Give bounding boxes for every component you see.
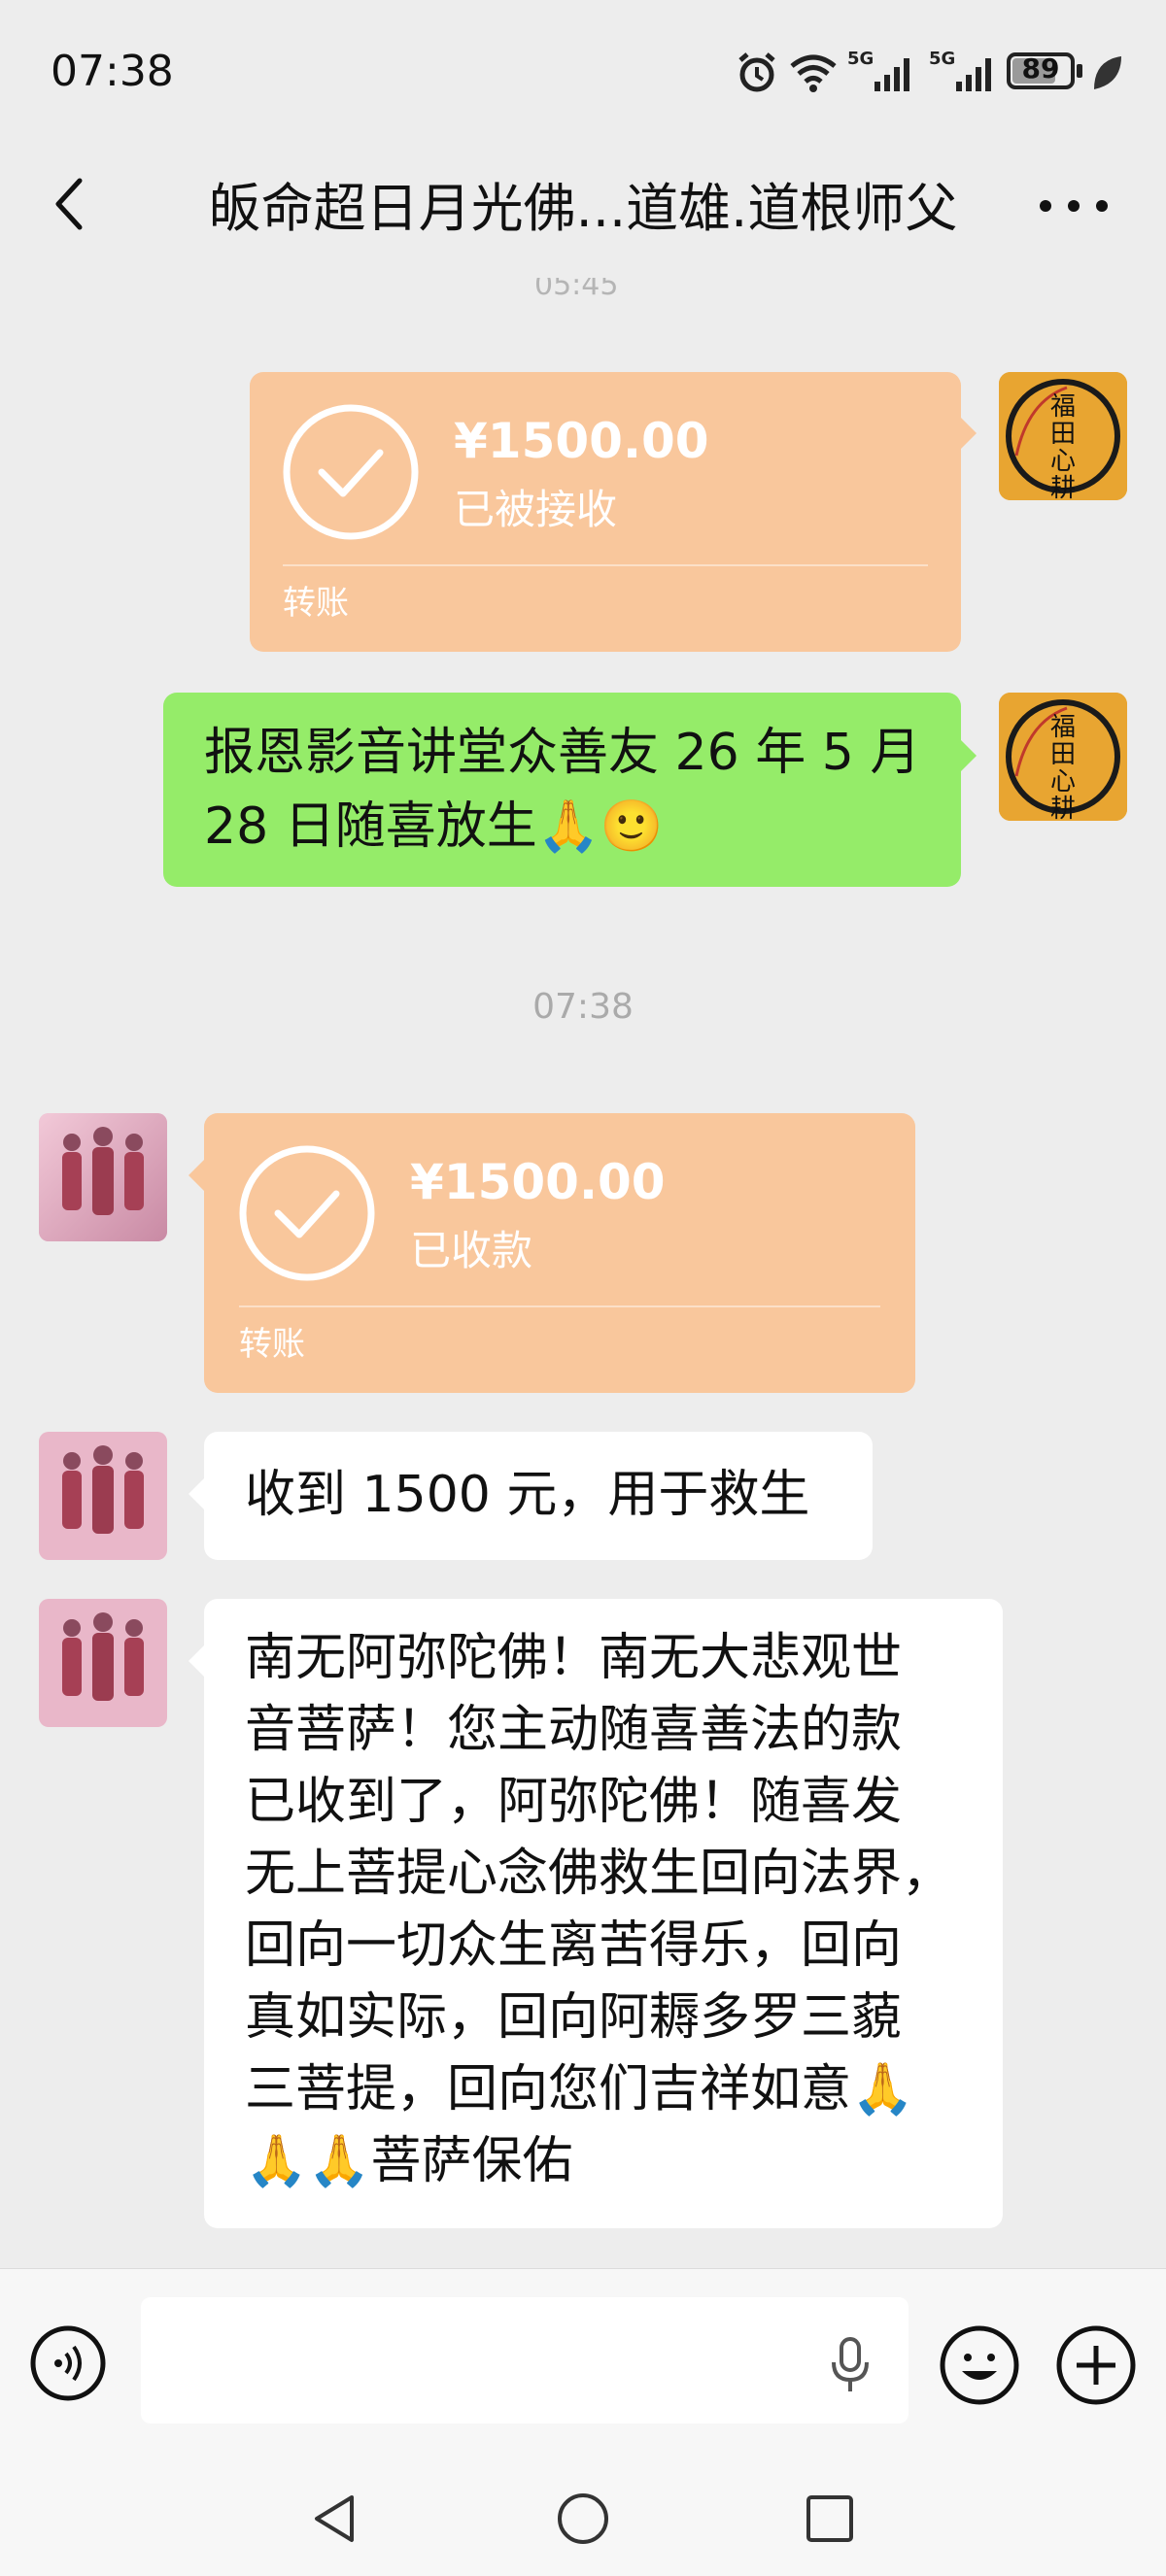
avatar-char: 田 [1049,740,1076,769]
message-line: 回向一切众生离苦得乐，回向 [245,1916,903,1975]
message-line: 报恩影音讲堂众善友 26 年 5 月 [204,724,921,782]
voice-icon[interactable] [29,2324,107,2402]
text-bubble-received[interactable]: 收到 1500 元，用于救生 [204,1432,873,1560]
avatar-characters: 福田心耕 [1038,393,1088,500]
avatar-char: 心 [1049,447,1076,476]
back-button[interactable] [39,155,107,253]
time-divider: 07:38 [532,987,634,1027]
avatar-buddha-image [39,1432,167,1560]
message-line: 真如实际，回向阿耨多罗三藐 [245,1988,903,2047]
message-line: 🙏🙏菩萨保佑 [245,2132,573,2190]
bubble-tail [961,740,977,771]
bubble-tail [961,418,977,449]
transfer-amount: ¥1500.00 [410,1154,666,1210]
wifi-icon [790,54,837,92]
avatar-other[interactable] [39,1432,167,1560]
avatar-char: 耕 [1049,795,1076,821]
battery-level: 89 [1021,52,1060,85]
message-line: 音菩萨！您主动随喜善法的款 [245,1701,903,1759]
status-time: 07:38 [51,47,174,96]
microphone-icon[interactable] [828,2335,873,2395]
check-circle-icon [283,404,419,540]
transfer-card-received[interactable]: ¥1500.00 已收款 转账 [204,1113,915,1393]
avatar-char: 心 [1049,767,1076,797]
bubble-tail [189,1160,204,1191]
avatar-other[interactable] [39,1599,167,1727]
transfer-amount: ¥1500.00 [454,413,709,469]
signal-icon-2 [956,58,991,91]
transfer-divider [283,564,928,566]
leaf-icon [1094,56,1121,89]
bubble-tail [189,1645,204,1677]
message-line: 南无阿弥陀佛！南无大悲观世 [245,1629,903,1687]
more-options-button[interactable] [1030,165,1117,243]
avatar-char: 耕 [1049,474,1076,500]
bubble-tail [189,1478,204,1509]
avatar-characters: 福田心耕 [1038,714,1088,821]
chat-title: 皈命超日月光佛...道雄.道根师父 [208,178,958,239]
avatar-buddha-image [39,1113,167,1241]
transfer-status: 已收款 [410,1227,533,1274]
avatar-char: 福 [1049,392,1076,422]
transfer-status: 已被接收 [454,486,618,533]
transfer-card-sent[interactable]: ¥1500.00 已被接收 转账 [250,372,961,652]
emoji-icon[interactable] [939,2324,1020,2406]
message-line: 三菩提，回向您们吉祥如意🙏 [245,2060,914,2118]
avatar-self[interactable]: 福田心耕 [999,372,1127,500]
back-nav-icon[interactable] [307,2490,365,2548]
avatar-buddha-image [39,1599,167,1727]
text-bubble-received[interactable]: 南无阿弥陀佛！南无大悲观世 音菩萨！您主动随喜善法的款 已收到了，阿弥陀佛！随喜… [204,1599,1003,2228]
text-bubble-sent[interactable]: 报恩影音讲堂众善友 26 年 5 月 28 日随喜放生🙏🙂 [163,693,961,887]
message-line: 已收到了，阿弥陀佛！随喜发 [245,1773,903,1831]
transfer-divider [239,1305,880,1307]
recents-nav-icon[interactable] [801,2490,859,2548]
home-nav-icon[interactable] [554,2490,612,2548]
message-line: 无上菩提心念佛救生回向法界， [245,1845,953,1903]
avatar-char: 福 [1049,713,1076,742]
alarm-icon [738,52,775,92]
battery-icon: 89 [1007,52,1075,89]
message-input[interactable] [141,2297,909,2423]
avatar-char: 田 [1049,420,1076,449]
message-text: 收到 1500 元，用于救生 [245,1466,810,1524]
message-line: 28 日随喜放生🙏🙂 [204,797,664,856]
battery-tip [1077,64,1082,78]
check-circle-icon [239,1145,375,1281]
signal-icon [874,58,909,91]
transfer-footer: 转账 [283,584,349,623]
transfer-footer: 转账 [239,1325,305,1364]
avatar-self[interactable]: 福田心耕 [999,693,1127,821]
plus-icon[interactable] [1055,2324,1137,2406]
avatar-other[interactable] [39,1113,167,1241]
